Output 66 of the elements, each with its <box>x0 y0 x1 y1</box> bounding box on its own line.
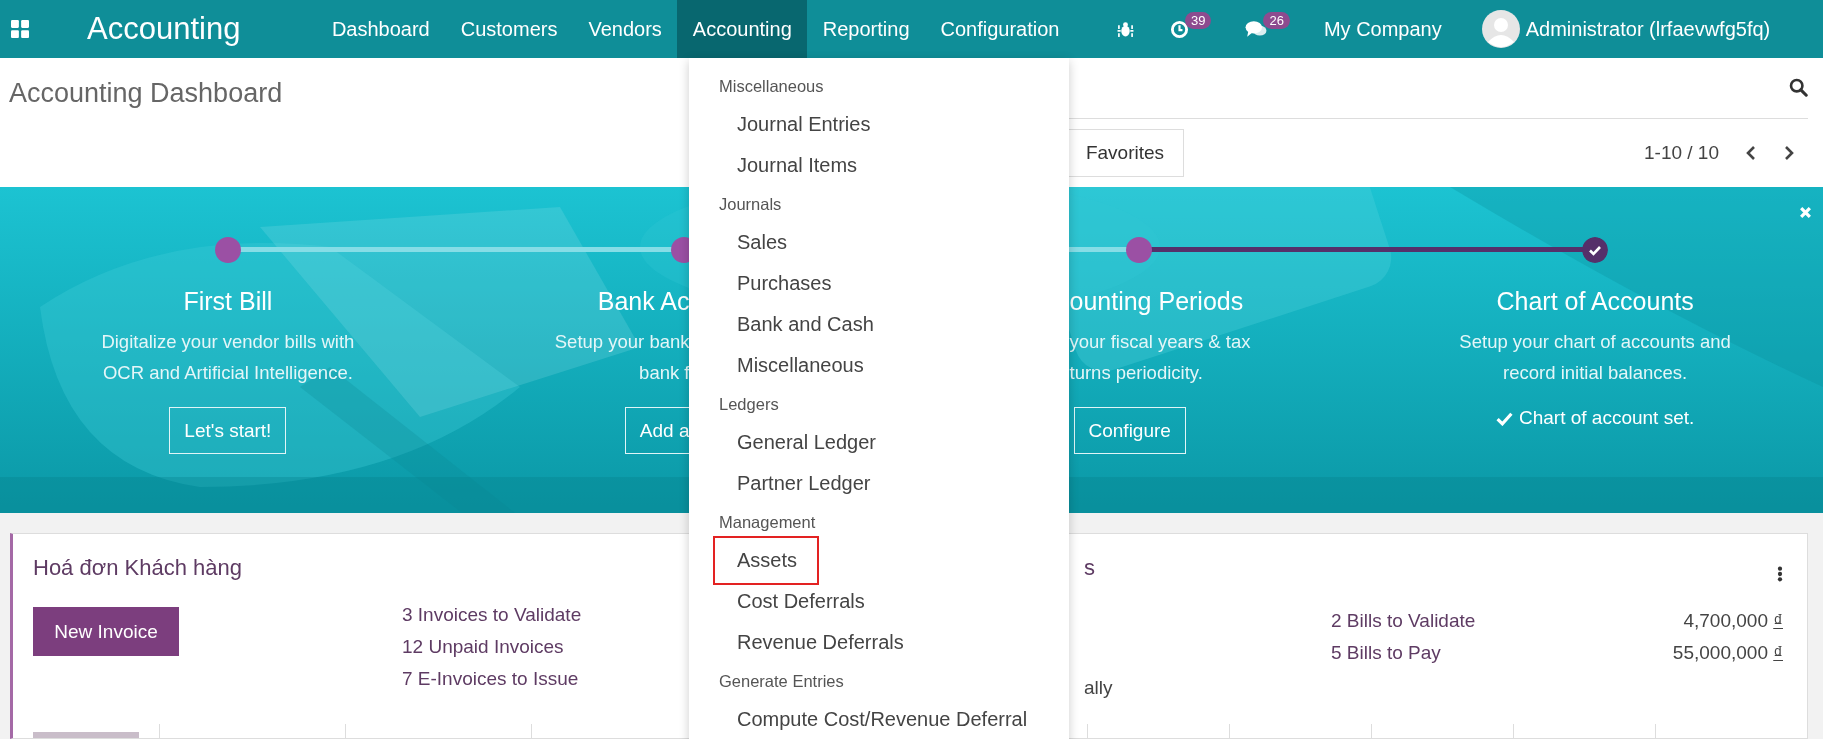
nav-menu-item[interactable]: Configuration <box>925 0 1075 58</box>
journal-link[interactable]: 12 Unpaid Invoices <box>402 631 582 663</box>
menu-item[interactable]: Sales <box>713 222 810 263</box>
new-invoice-button[interactable]: New Invoice <box>33 607 179 656</box>
kebab-menu-icon[interactable] <box>1777 566 1783 582</box>
journal-link[interactable]: 5 Bills to Pay <box>1331 637 1441 669</box>
menu-item[interactable]: Compute Cost/Revenue Deferral <box>713 699 1050 739</box>
next-page-icon[interactable] <box>1783 144 1795 161</box>
app-title: Accounting <box>87 11 241 47</box>
step-status-text: Chart of account set. <box>1518 407 1695 429</box>
step-description: OCR and Artificial Intelligence. <box>102 361 353 385</box>
menu-item[interactable]: General Ledger <box>713 422 898 463</box>
journal-note: ally <box>1084 677 1114 699</box>
nav-menu-item[interactable]: Reporting <box>807 0 925 58</box>
check-icon <box>1495 410 1513 426</box>
activity-count-badge: 39 <box>1185 11 1212 29</box>
page-title: Accounting Dashboard <box>9 77 283 109</box>
avatar-icon[interactable] <box>1481 10 1520 48</box>
menu-section-header: Journals <box>719 194 782 215</box>
menu-section-header: Generate Entries <box>719 671 844 692</box>
bug-icon[interactable] <box>1117 20 1134 38</box>
apps-menu-icon[interactable] <box>11 20 29 38</box>
menu-item[interactable]: Purchases <box>713 263 854 304</box>
menu-item[interactable]: Journal Items <box>713 145 880 186</box>
user-menu[interactable]: Administrator (lrfaevwfg5fq) <box>1525 17 1771 41</box>
currency-symbol: ₫ <box>1773 642 1783 663</box>
menu-item[interactable]: Miscellaneous <box>713 345 886 386</box>
step-title: ounting Periods <box>1069 287 1244 316</box>
pager-count[interactable]: 1-10 / 10 <box>1644 141 1719 164</box>
journal-title[interactable]: Hoá đơn Khách hàng <box>33 555 242 581</box>
menu-item[interactable]: Assets <box>713 536 820 585</box>
company-switcher[interactable]: My Company <box>1323 17 1442 41</box>
menu-section-header: Ledgers <box>719 394 779 415</box>
journal-link[interactable]: 2 Bills to Validate <box>1331 605 1476 637</box>
nav-menu-item[interactable]: Customers <box>445 0 573 58</box>
nav-menu-item[interactable]: Vendors <box>572 0 678 58</box>
journal-title[interactable]: s <box>1084 555 1095 581</box>
step-description: bank f <box>639 361 690 385</box>
amount-value: 4,700,000 <box>1683 610 1768 631</box>
menu-item[interactable]: Partner Ledger <box>713 463 893 504</box>
menu-item[interactable]: Bank and Cash <box>713 304 896 345</box>
menu-item[interactable]: Journal Entries <box>713 104 893 145</box>
step-title: First Bill <box>183 287 273 316</box>
currency-symbol: ₫ <box>1773 610 1783 631</box>
amount-value: 55,000,000 <box>1672 642 1768 663</box>
journal-link[interactable]: 3 Invoices to Validate <box>402 599 582 631</box>
step-description: your fiscal years & tax <box>1069 330 1251 354</box>
nav-menu-item[interactable]: Dashboard <box>316 0 446 58</box>
previous-page-icon[interactable] <box>1745 144 1757 161</box>
search-icon[interactable] <box>1789 78 1808 97</box>
step-description: Setup your bank <box>554 330 690 354</box>
chat-bubbles-icon[interactable] <box>1245 20 1268 38</box>
step-description: Setup your chart of accounts and <box>1459 330 1731 354</box>
menu-item[interactable]: Revenue Deferrals <box>713 622 926 663</box>
step-title: Bank Ac <box>597 287 690 316</box>
step-description: record initial balances. <box>1503 361 1688 385</box>
clock-icon[interactable] <box>1170 19 1189 39</box>
message-count-badge: 26 <box>1263 12 1290 29</box>
journal-link[interactable]: 7 E-Invoices to Issue <box>402 663 582 695</box>
menu-section-header: Management <box>719 512 816 533</box>
step-description: Digitalize your vendor bills with <box>101 330 355 354</box>
step-description: turns periodicity. <box>1069 361 1203 385</box>
step-title: Chart of Accounts <box>1496 287 1694 316</box>
nav-menu-item[interactable]: Accounting <box>677 0 808 58</box>
close-icon[interactable] <box>1798 205 1813 220</box>
menu-section-header: Miscellaneous <box>719 76 824 97</box>
